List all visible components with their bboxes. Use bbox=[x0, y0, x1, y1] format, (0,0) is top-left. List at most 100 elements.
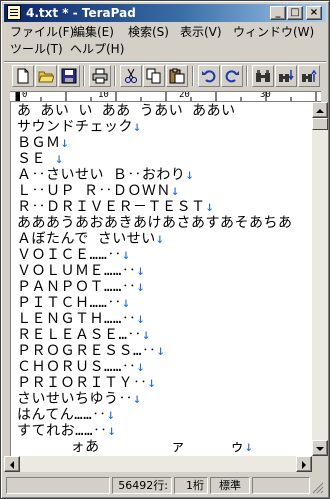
title-bar[interactable]: 4.txt * - TeraPad _ □ × bbox=[4, 4, 326, 22]
open-file-button[interactable] bbox=[35, 65, 57, 87]
undo-arrow-icon bbox=[202, 70, 216, 83]
ruler-mark: 30 bbox=[260, 91, 271, 100]
line-break-marker: ↓ bbox=[60, 135, 70, 151]
maximize-button[interactable]: □ bbox=[287, 6, 303, 20]
ruler-mark: 0 bbox=[22, 91, 28, 100]
copy-button[interactable] bbox=[143, 65, 165, 87]
editor-line: ＢＧＭ↓ bbox=[17, 135, 70, 151]
vertical-scrollbar[interactable] bbox=[312, 102, 328, 456]
menu-edit[interactable]: 編集(E) bbox=[73, 25, 114, 39]
arrow-left-icon bbox=[10, 461, 14, 469]
scroll-up-button[interactable] bbox=[312, 102, 328, 118]
paste-button[interactable] bbox=[166, 65, 188, 87]
arrow-up-icon bbox=[316, 109, 324, 113]
resize-grip-icon[interactable] bbox=[312, 482, 324, 494]
line-break-marker: ↓ bbox=[121, 295, 131, 311]
new-file-button[interactable] bbox=[12, 65, 34, 87]
menu-view[interactable]: 表示(V) bbox=[180, 25, 222, 39]
scroll-down-button[interactable] bbox=[312, 440, 328, 456]
find-next-button[interactable] bbox=[275, 65, 297, 87]
paste-clipboard-icon bbox=[169, 68, 185, 84]
find-previous-button[interactable] bbox=[298, 65, 320, 87]
toolbar-divider bbox=[192, 66, 194, 86]
minimize-icon: _ bbox=[275, 7, 281, 18]
editor-line: ＰＩＴＣＨ……‥↓ bbox=[17, 295, 131, 311]
editor-line: すてれお……‥↓ bbox=[17, 423, 117, 439]
toolbar bbox=[4, 63, 326, 89]
editor-line: ＰＡＮＰＯＴ……‥↓ bbox=[17, 279, 146, 295]
status-bar: 56492行: 1桁 標準 bbox=[4, 475, 326, 495]
find-button[interactable] bbox=[252, 65, 274, 87]
line-break-marker: ↓ bbox=[54, 151, 64, 167]
line-break-marker: ↓ bbox=[136, 311, 146, 327]
editor-line: さいせいちゆう‥↓ bbox=[17, 391, 142, 407]
printer-icon bbox=[92, 68, 108, 84]
arrow-right-icon bbox=[302, 461, 306, 469]
scroll-right-button[interactable] bbox=[296, 456, 312, 472]
horizontal-scrollbar[interactable] bbox=[4, 456, 312, 472]
notepad-app-icon[interactable] bbox=[7, 5, 21, 20]
editor-line: ＶＯＩＣＥ……‥↓ bbox=[17, 247, 131, 263]
print-button[interactable] bbox=[89, 65, 111, 87]
toolbar-divider bbox=[246, 66, 248, 86]
close-button[interactable]: × bbox=[306, 6, 322, 20]
editor-line: ＳＥ ↓ bbox=[17, 151, 64, 167]
editor-line: Ａ‥さいせい Ｂ‥おわり↓ bbox=[17, 167, 195, 183]
close-icon: × bbox=[309, 7, 319, 18]
editor-line: ＰＲＩＯＲＩＴＹ‥↓ bbox=[17, 375, 157, 391]
editor-line: Ｌ‥ＵＰ Ｒ‥ＤＯＷＮ↓ bbox=[17, 183, 180, 199]
terapad-window: 4.txt * - TeraPad _ □ × ファイル(F) 編集(E) 検索… bbox=[0, 0, 330, 499]
status-column-number: 1桁 bbox=[174, 477, 208, 494]
menu-bar: ファイル(F) 編集(E) 検索(S) 表示(V) ウィンドウ(W) ツール(T… bbox=[4, 23, 326, 60]
line-break-marker: ↓ bbox=[244, 439, 254, 455]
toolbar-divider bbox=[83, 66, 85, 86]
editor-line: サウンドチェック↓ bbox=[17, 119, 142, 135]
column-ruler: 0 10 20 30 bbox=[10, 91, 321, 102]
arrow-down-icon bbox=[316, 447, 324, 451]
window-title: 4.txt * - TeraPad bbox=[26, 6, 136, 20]
editor-line: ＰＲＯＧＲＥＳＳ…‥↓ bbox=[17, 343, 166, 359]
line-break-marker: ↓ bbox=[107, 423, 117, 439]
cut-button[interactable] bbox=[120, 65, 142, 87]
menu-help[interactable]: ヘルプ(H) bbox=[70, 42, 124, 56]
minimize-button[interactable]: _ bbox=[270, 6, 286, 20]
menu-tools[interactable]: ツール(T) bbox=[10, 42, 63, 56]
text-editor[interactable]: あ あい い ああ うあい ああい サウンドチェック↓ ＢＧＭ↓ ＳＥ ↓ Ａ‥… bbox=[10, 102, 312, 456]
binoculars-down-icon bbox=[279, 70, 294, 82]
editor-line: ＲＥＬＥＡＳＥ…‥↓ bbox=[17, 327, 151, 343]
menu-window[interactable]: ウィンドウ(W) bbox=[233, 25, 314, 39]
line-break-marker: ↓ bbox=[141, 327, 151, 343]
editor-line: Ｒ‥ＤＲＩＶＥＲ－ＴＥＳＴ↓ bbox=[17, 199, 215, 215]
line-break-marker: ↓ bbox=[136, 279, 146, 295]
new-file-icon bbox=[17, 68, 29, 84]
line-break-marker: ↓ bbox=[156, 343, 166, 359]
copy-icon bbox=[146, 68, 161, 84]
toolbar-divider bbox=[114, 66, 116, 86]
undo-button[interactable] bbox=[198, 65, 220, 87]
editor-line: ＣＨＯＲＵＳ……‥↓ bbox=[17, 359, 146, 375]
redo-arrow-icon bbox=[225, 70, 239, 83]
maximize-icon: □ bbox=[290, 7, 300, 18]
save-disk-icon bbox=[61, 68, 77, 84]
ruler-mark: 10 bbox=[98, 91, 109, 100]
line-break-marker: ↓ bbox=[147, 375, 157, 391]
line-break-marker: ↓ bbox=[121, 247, 131, 263]
vertical-scroll-thumb[interactable] bbox=[312, 118, 328, 130]
menu-search[interactable]: 検索(S) bbox=[128, 25, 169, 39]
ruler-mark: 20 bbox=[179, 91, 190, 100]
ruler-ticks bbox=[15, 92, 317, 101]
scrollbar-corner bbox=[312, 456, 328, 472]
status-extra-panel bbox=[252, 477, 310, 494]
editor-line: ＬＥＮＧＴＨ……‥↓ bbox=[17, 311, 146, 327]
line-break-marker: ↓ bbox=[185, 167, 195, 183]
status-mode: 標準 bbox=[210, 477, 250, 494]
open-folder-icon bbox=[38, 71, 54, 83]
line-break-marker: ↓ bbox=[136, 359, 146, 375]
line-break-marker: ↓ bbox=[133, 391, 142, 407]
redo-button[interactable] bbox=[221, 65, 243, 87]
scroll-left-button[interactable] bbox=[4, 456, 20, 472]
status-line-number: 56492行: bbox=[112, 477, 172, 494]
scissors-icon bbox=[125, 68, 137, 83]
menu-file[interactable]: ファイル(F) bbox=[10, 25, 74, 39]
save-button[interactable] bbox=[58, 65, 80, 87]
